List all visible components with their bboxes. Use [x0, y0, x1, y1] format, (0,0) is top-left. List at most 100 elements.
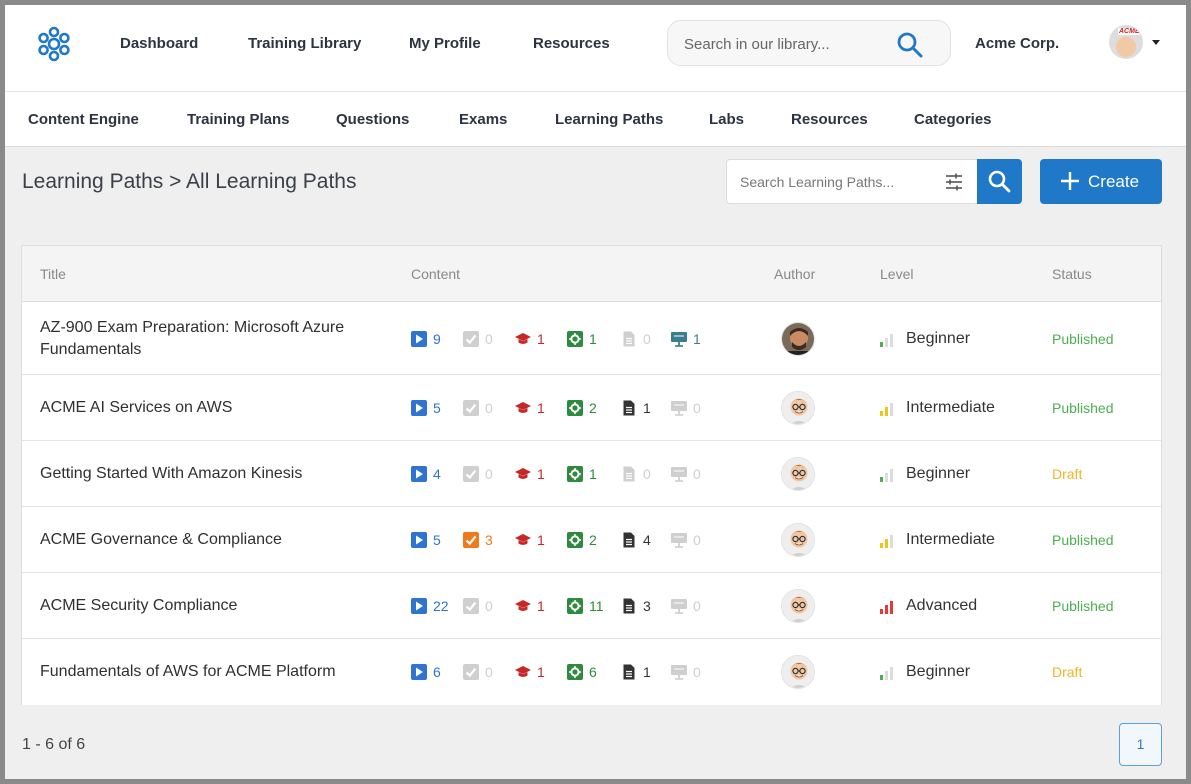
row-title[interactable]: ACME Security Compliance — [40, 595, 390, 617]
level-bars-icon — [880, 400, 898, 416]
brand-logo-icon[interactable] — [35, 25, 73, 63]
exams-icon — [515, 532, 531, 548]
exams-count: 1 — [537, 532, 545, 548]
docs-count: 3 — [643, 598, 651, 614]
subnav-labs[interactable]: Labs — [709, 111, 744, 128]
user-avatar[interactable]: ACME — [1109, 25, 1143, 59]
docs-icon — [621, 400, 637, 416]
level-label: Intermediate — [906, 531, 995, 548]
author-avatar[interactable] — [781, 523, 815, 557]
plus-icon — [1061, 172, 1079, 190]
author-avatar[interactable] — [781, 391, 815, 425]
level-bars-icon — [880, 331, 898, 347]
column-header-status[interactable]: Status — [1052, 266, 1092, 282]
column-header-title[interactable]: Title — [40, 266, 66, 282]
table-row[interactable]: Getting Started With Amazon Kinesis 4 0 1 1 0… — [22, 441, 1161, 507]
table-row[interactable]: ACME Governance & Compliance 5 3 1 2 4 0 Interm… — [22, 507, 1161, 573]
labs-count: 6 — [589, 664, 597, 680]
chevron-down-icon[interactable] — [1152, 40, 1160, 45]
exams-icon — [515, 331, 531, 347]
subnav-resources[interactable]: Resources — [791, 111, 868, 128]
content-count-docs: 0 — [621, 465, 651, 483]
subnav-categories[interactable]: Categories — [914, 111, 992, 128]
status-badge: Draft — [1052, 466, 1083, 482]
subnav-training-plans[interactable]: Training Plans — [187, 111, 290, 128]
status-badge: Draft — [1052, 664, 1083, 680]
table-row[interactable]: Fundamentals of AWS for ACME Platform 6 0 1… — [22, 639, 1161, 705]
content-count-labs: 1 — [567, 330, 597, 348]
presentations-count: 0 — [693, 664, 701, 680]
content-count-exams: 1 — [515, 663, 545, 681]
level-cell: Beginner — [880, 661, 970, 683]
row-title[interactable]: Getting Started With Amazon Kinesis — [40, 463, 390, 485]
page-button-1[interactable]: 1 — [1119, 723, 1162, 766]
global-search-input[interactable] — [684, 34, 894, 54]
content-count-labs: 11 — [567, 597, 604, 615]
content-count-docs: 1 — [621, 663, 651, 681]
table-row[interactable]: ACME Security Compliance 22 0 1 11 3 0 Advanced… — [22, 573, 1161, 639]
nav-resources[interactable]: Resources — [533, 35, 610, 52]
column-header-level[interactable]: Level — [880, 266, 913, 282]
checks-count: 0 — [485, 466, 493, 482]
checks-count: 0 — [485, 598, 493, 614]
content-count-presentations: 0 — [671, 597, 701, 615]
row-title[interactable]: ACME AI Services on AWS — [40, 397, 390, 419]
filter-sliders-icon[interactable] — [944, 172, 964, 192]
author-avatar[interactable] — [781, 321, 815, 356]
status-badge: Published — [1052, 532, 1114, 548]
videos-count: 5 — [433, 400, 441, 416]
subnav-questions[interactable]: Questions — [336, 111, 409, 128]
presentations-count: 0 — [693, 466, 701, 482]
learning-path-search-input[interactable] — [740, 173, 930, 191]
search-icon — [988, 170, 1011, 193]
level-label: Beginner — [906, 663, 971, 680]
content-count-checks: 0 — [463, 597, 493, 615]
exams-icon — [515, 664, 531, 680]
content-count-exams: 1 — [515, 399, 545, 417]
nav-training-library[interactable]: Training Library — [248, 35, 361, 52]
row-title[interactable]: ACME Governance & Compliance — [40, 529, 390, 551]
table-row[interactable]: ACME AI Services on AWS 5 0 1 2 1 0 Intermediat… — [22, 375, 1161, 441]
labs-icon — [567, 598, 583, 614]
row-title[interactable]: Fundamentals of AWS for ACME Platform — [40, 661, 390, 683]
search-icon[interactable] — [896, 31, 924, 59]
content-count-checks: 0 — [463, 330, 493, 348]
exams-count: 1 — [537, 664, 545, 680]
labs-count: 1 — [589, 466, 597, 482]
videos-count: 6 — [433, 664, 441, 680]
create-button[interactable]: Create — [1040, 159, 1162, 204]
docs-icon — [621, 598, 637, 614]
level-label: Beginner — [906, 329, 971, 347]
content-count-docs: 4 — [621, 531, 651, 549]
organization-name[interactable]: Acme Corp. — [975, 35, 1059, 52]
presentations-icon — [671, 466, 687, 482]
labs-icon — [567, 400, 583, 416]
subnav-learning-paths[interactable]: Learning Paths — [555, 111, 663, 128]
content-count-labs: 2 — [567, 399, 597, 417]
docs-count: 1 — [643, 400, 651, 416]
exams-icon — [515, 598, 531, 614]
level-label: Advanced — [906, 597, 978, 614]
level-cell: Intermediate — [880, 397, 995, 419]
author-avatar[interactable] — [781, 589, 815, 623]
content-count-checks: 3 — [463, 531, 493, 549]
learning-path-search-button[interactable] — [977, 159, 1022, 204]
videos-icon — [411, 466, 427, 482]
column-header-author[interactable]: Author — [774, 266, 815, 282]
nav-dashboard[interactable]: Dashboard — [120, 35, 198, 52]
checks-count: 0 — [485, 330, 493, 347]
level-bars-icon — [880, 532, 898, 548]
videos-icon — [411, 664, 427, 680]
author-avatar[interactable] — [781, 655, 815, 689]
exams-count: 1 — [537, 400, 545, 416]
nav-my-profile[interactable]: My Profile — [409, 35, 481, 52]
author-avatar[interactable] — [781, 457, 815, 491]
row-title[interactable]: AZ-900 Exam Preparation: Microsoft Azure… — [40, 317, 390, 361]
subnav-exams[interactable]: Exams — [459, 111, 507, 128]
subnav-content-engine[interactable]: Content Engine — [28, 111, 139, 128]
checks-count: 0 — [485, 664, 493, 680]
videos-icon — [411, 598, 427, 614]
table-row[interactable]: AZ-900 Exam Preparation: Microsoft Azure… — [22, 302, 1161, 375]
table-header: Title Content Author Level Status — [22, 246, 1161, 302]
content-count-exams: 1 — [515, 531, 545, 549]
